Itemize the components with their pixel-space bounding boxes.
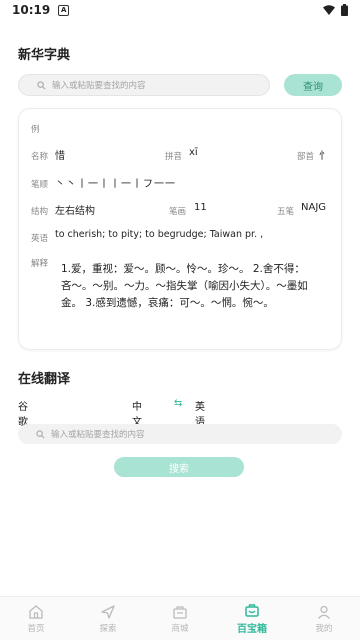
search-icon (36, 429, 45, 438)
nav-label: 商城 (171, 623, 189, 634)
structure-value: 左右结构 (55, 206, 95, 217)
search-placeholder: 输入或粘贴要查找的内容 (52, 81, 146, 91)
nav-item-profile[interactable]: 我的 (288, 597, 360, 640)
example-label: 例 (31, 125, 40, 135)
name-value: 惜 (55, 151, 65, 162)
strokes-label: 笔顺 (31, 180, 49, 190)
language-row: 谷歌 ⌄ 中文 ⌄ ⇆ 英语 ⌄ (18, 398, 342, 428)
translate-placeholder: 输入或粘贴要查找的内容 (51, 430, 145, 440)
chevron-down-icon: ⌄ (20, 398, 26, 406)
swap-languages-icon[interactable]: ⇆ (174, 398, 182, 409)
dictionary-result-card: 例 名称 惜 拼音 xī 部首 忄 笔顺 丶丶丨一丨丨一丨フ一一 结构 左右结构… (18, 108, 342, 350)
strokes-value: 丶丶丨一丨丨一丨フ一一 (55, 179, 176, 190)
toolbox-icon (245, 604, 259, 617)
wubi-label: 五笔 (277, 207, 295, 217)
radical-label: 部首 (297, 152, 315, 162)
pinyin-value: xī (189, 147, 198, 158)
battery-icon (341, 4, 348, 16)
dictionary-title: 新华字典 (18, 48, 71, 63)
translate-search-button[interactable]: 搜索 (114, 457, 244, 477)
nav-label: 首页 (27, 623, 45, 634)
nav-item-toolbox[interactable]: 百宝箱 (216, 597, 288, 640)
search-icon (37, 80, 46, 89)
name-label: 名称 (31, 152, 49, 162)
nav-item-explore[interactable]: 探索 (72, 597, 144, 640)
nav-label: 百宝箱 (237, 624, 267, 635)
notification-badge-icon: A (58, 4, 70, 16)
status-bar: 10:19 A (0, 0, 360, 20)
home-icon (29, 604, 43, 619)
nav-item-home[interactable]: 首页 (0, 597, 72, 640)
nav-item-mall[interactable]: 商城 (144, 597, 216, 640)
english-label: 英语 (31, 234, 49, 244)
dictionary-search-input[interactable]: 输入或粘贴要查找的内容 (18, 74, 270, 96)
wifi-icon (323, 5, 335, 15)
nav-label: 探索 (99, 623, 117, 634)
stroke-count-value: 11 (194, 202, 207, 213)
query-button[interactable]: 查询 (284, 74, 342, 96)
bottom-navigation: 首页 探索 商城 百宝箱 我的 (0, 596, 360, 640)
explain-label: 解释 (31, 259, 49, 269)
structure-label: 结构 (31, 207, 49, 217)
explore-icon (101, 604, 115, 619)
translate-title: 在线翻译 (18, 372, 71, 387)
status-time: 10:19 (12, 3, 51, 17)
radical-value: 忄 (319, 151, 329, 162)
wubi-value: NAJG (301, 202, 327, 213)
pinyin-label: 拼音 (165, 152, 183, 162)
profile-icon (318, 605, 330, 619)
nav-label: 我的 (315, 623, 333, 634)
translate-input[interactable]: 输入或粘贴要查找的内容 (18, 424, 342, 444)
dictionary-search-row: 输入或粘贴要查找的内容 查询 (18, 73, 342, 97)
mall-icon (173, 605, 187, 619)
english-value: to cherish; to pity; to begrudge; Taiwan… (55, 229, 264, 240)
stroke-count-label: 笔画 (169, 207, 187, 217)
chevron-down-icon: ⌄ (134, 398, 140, 406)
chevron-down-icon: ⌄ (197, 398, 203, 406)
explain-value: 1.爱，重视：爱〜。顾〜。怜〜。珍〜。 2.舍不得：吝〜。〜别。〜力。〜指失掌（… (61, 263, 308, 309)
